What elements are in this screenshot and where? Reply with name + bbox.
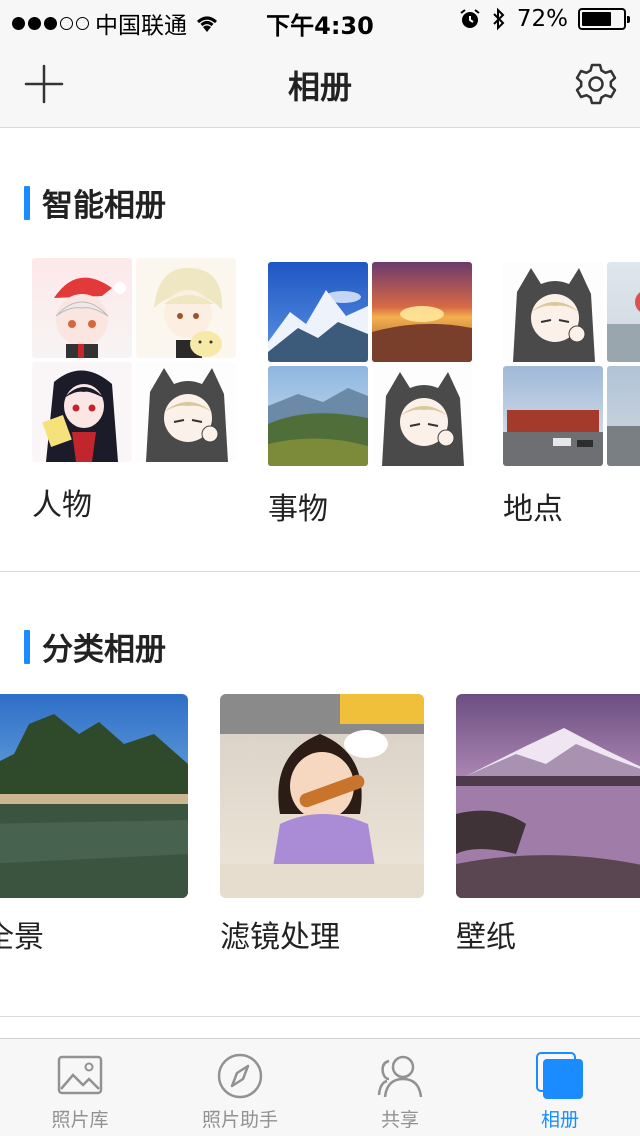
tab-albums[interactable]: 相册 bbox=[480, 1039, 640, 1136]
smart-albums-header: 智能相册 bbox=[24, 180, 166, 225]
tab-photo-assistant[interactable]: 照片助手 bbox=[160, 1039, 320, 1136]
album-things-thumbnails bbox=[268, 262, 472, 466]
album-panorama-label: 全景 bbox=[0, 920, 44, 955]
battery-icon bbox=[578, 8, 630, 30]
album-filters[interactable]: 滤镜处理 bbox=[220, 694, 424, 955]
album-people-label: 人物 bbox=[32, 488, 92, 523]
album-wallpaper-cover bbox=[456, 694, 640, 898]
section-accent-bar bbox=[24, 185, 30, 220]
alarm-icon bbox=[460, 9, 480, 28]
tab-label: 相册 bbox=[540, 1109, 579, 1131]
albums-icon bbox=[536, 1052, 583, 1099]
thumbnail-image bbox=[372, 262, 472, 362]
tab-bar: 照片库 照片助手 共享 相册 bbox=[0, 1038, 640, 1136]
album-wallpaper-label: 壁纸 bbox=[456, 920, 516, 955]
tab-photo-library[interactable]: 照片库 bbox=[0, 1039, 160, 1136]
tab-label: 共享 bbox=[380, 1109, 419, 1131]
status-right: 72% bbox=[459, 6, 630, 32]
thumbnail-image bbox=[372, 366, 472, 466]
album-places[interactable]: 地点 bbox=[503, 262, 640, 527]
album-places-label: 地点 bbox=[503, 492, 563, 527]
page-title: 相册 bbox=[287, 68, 352, 106]
thumbnail-image bbox=[136, 362, 236, 462]
album-people[interactable]: 人物 bbox=[32, 258, 236, 523]
compass-icon bbox=[217, 1053, 263, 1099]
tab-label: 照片库 bbox=[51, 1109, 109, 1131]
tab-label: 照片助手 bbox=[201, 1109, 278, 1131]
thumbnail-image bbox=[136, 258, 236, 358]
battery-percent: 72% bbox=[516, 6, 568, 32]
tab-shared[interactable]: 共享 bbox=[320, 1039, 480, 1136]
thumbnail-image bbox=[503, 262, 603, 362]
category-albums-header: 分类相册 bbox=[24, 624, 166, 669]
album-places-thumbnails bbox=[503, 262, 640, 466]
album-panorama[interactable]: 全景 bbox=[0, 694, 188, 955]
album-things[interactable]: 事物 bbox=[268, 262, 472, 527]
section-divider bbox=[0, 571, 640, 572]
bluetooth-icon bbox=[493, 7, 505, 31]
people-icon bbox=[377, 1055, 423, 1098]
thumbnail-image bbox=[268, 366, 368, 466]
album-things-label: 事物 bbox=[268, 492, 328, 527]
photo-library-icon bbox=[57, 1055, 103, 1095]
smart-albums-title: 智能相册 bbox=[42, 188, 166, 224]
thumbnail-image bbox=[32, 362, 132, 462]
thumbnail-image bbox=[503, 366, 603, 466]
album-wallpaper[interactable]: 壁纸 bbox=[456, 694, 640, 955]
screen: 中国联通 下午4:30 72% 相册 智能相册 人物 事物 地点 分类相册 景 … bbox=[0, 0, 640, 1136]
thumbnail-image bbox=[268, 262, 368, 362]
status-bar: 中国联通 下午4:30 72% bbox=[0, 0, 640, 40]
thumbnail-image bbox=[32, 258, 132, 358]
section-divider bbox=[0, 1016, 640, 1017]
gear-icon[interactable] bbox=[572, 60, 620, 108]
section-accent-bar bbox=[24, 629, 30, 664]
album-filters-cover bbox=[220, 694, 424, 898]
thumbnail-image bbox=[607, 262, 640, 362]
album-filters-label: 滤镜处理 bbox=[220, 920, 340, 955]
category-albums-title: 分类相册 bbox=[42, 632, 166, 668]
album-people-thumbnails bbox=[32, 258, 236, 462]
nav-bar: 相册 bbox=[0, 40, 640, 128]
album-panorama-cover bbox=[0, 694, 188, 898]
thumbnail-image bbox=[607, 366, 640, 466]
